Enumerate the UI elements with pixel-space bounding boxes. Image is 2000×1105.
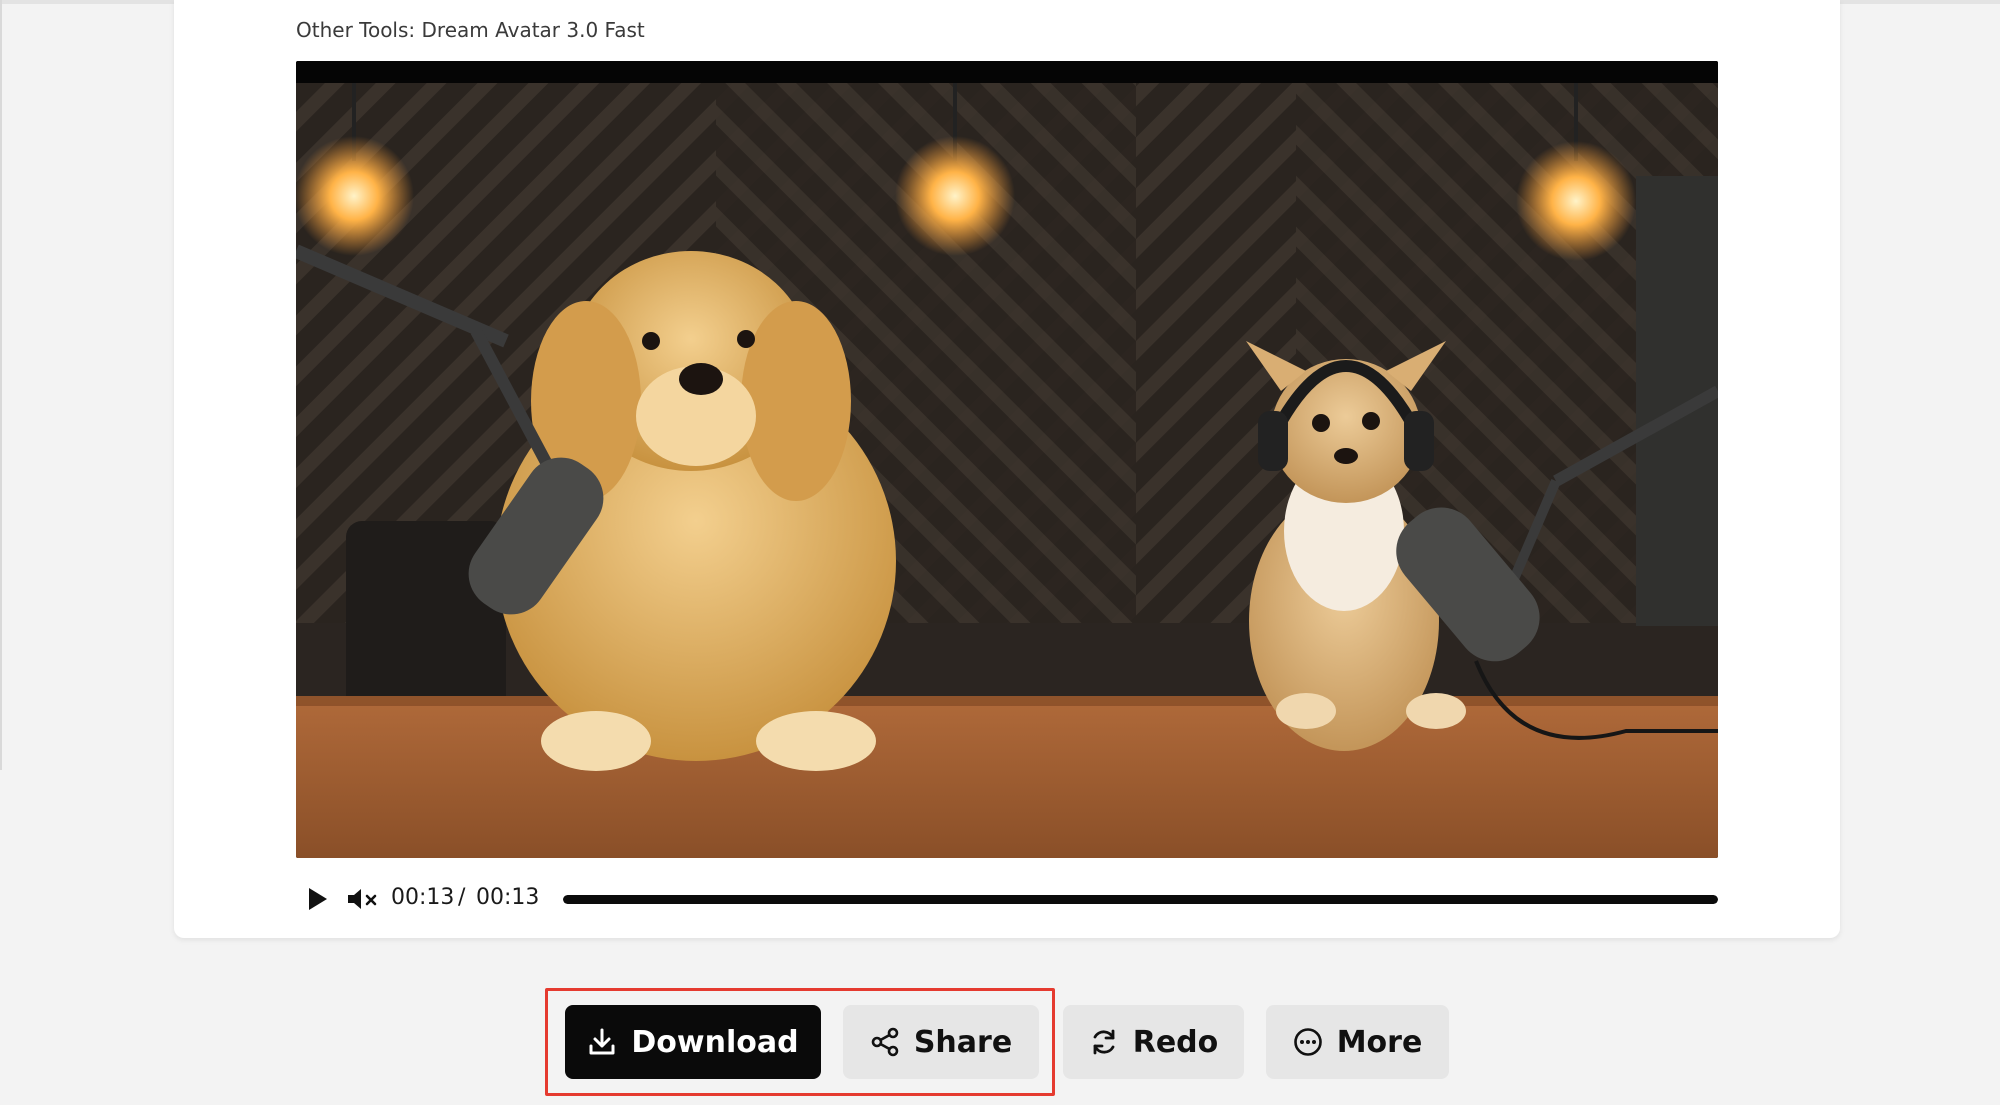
more-label: More xyxy=(1336,1024,1423,1060)
share-label: Share xyxy=(913,1024,1013,1060)
download-button[interactable]: Download xyxy=(565,1005,821,1079)
redo-label: Redo xyxy=(1132,1024,1219,1060)
more-button[interactable]: More xyxy=(1266,1005,1449,1079)
progress-bar[interactable] xyxy=(563,895,1718,904)
volume-muted-icon[interactable] xyxy=(346,886,380,912)
download-label: Download xyxy=(631,1024,799,1060)
download-icon xyxy=(587,1027,617,1057)
current-time: 00:13 xyxy=(391,885,455,910)
time-separator: / xyxy=(458,885,466,910)
video-frame xyxy=(296,61,1718,858)
more-dots-icon xyxy=(1293,1027,1323,1057)
total-time: 00:13 xyxy=(476,885,540,910)
video-controls: 00:13 / 00:13 xyxy=(296,880,1718,918)
redo-button[interactable]: Redo xyxy=(1063,1005,1244,1079)
video-player[interactable] xyxy=(296,61,1718,858)
refresh-icon xyxy=(1089,1027,1119,1057)
left-edge xyxy=(0,0,2,770)
share-icon xyxy=(870,1027,900,1057)
share-button[interactable]: Share xyxy=(843,1005,1039,1079)
play-icon[interactable] xyxy=(304,886,330,912)
progress-fill xyxy=(563,895,1718,904)
tool-label: Other Tools: Dream Avatar 3.0 Fast xyxy=(296,18,645,42)
